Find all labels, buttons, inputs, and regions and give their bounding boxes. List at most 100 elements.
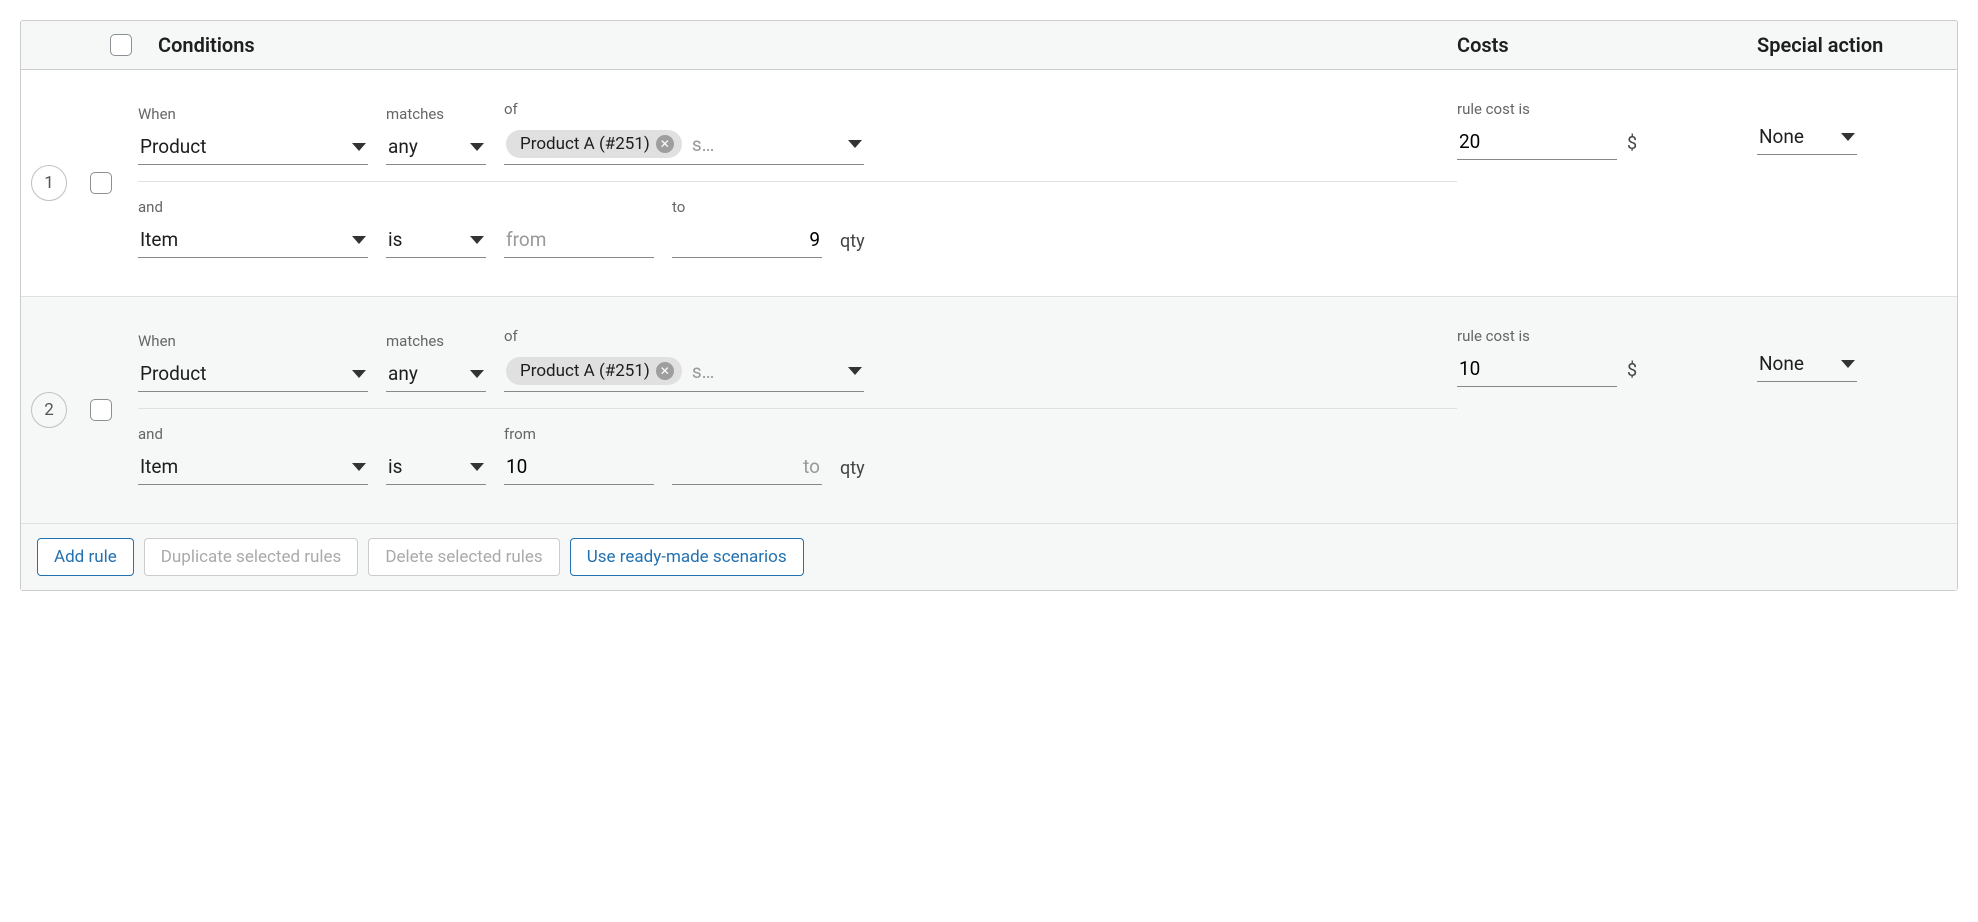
when-select[interactable]: Product bbox=[138, 129, 368, 165]
rule-cost-label: rule cost is bbox=[1457, 100, 1757, 118]
action-select[interactable]: None bbox=[1757, 346, 1857, 382]
chevron-down-icon bbox=[352, 370, 366, 378]
matches-value: any bbox=[388, 135, 418, 158]
rule-cost-label: rule cost is bbox=[1457, 327, 1757, 345]
rule-checkbox-cell bbox=[76, 172, 126, 194]
when-label: When bbox=[138, 332, 368, 350]
to-label: to bbox=[672, 198, 822, 216]
from-label-spacer bbox=[504, 198, 654, 216]
matches-label: matches bbox=[386, 332, 486, 350]
rule-action: None bbox=[1757, 327, 1937, 382]
is-value: is bbox=[388, 455, 402, 478]
is-value: is bbox=[388, 228, 402, 251]
matches-field: matches any bbox=[386, 105, 486, 165]
condition-line-2: and Item is bbox=[138, 198, 1457, 258]
of-placeholder: s… bbox=[692, 360, 715, 383]
to-input[interactable] bbox=[672, 449, 822, 485]
is-label-spacer bbox=[386, 198, 486, 216]
chip-remove-icon[interactable]: ✕ bbox=[656, 362, 674, 380]
to-input[interactable] bbox=[672, 222, 822, 258]
chevron-down-icon bbox=[848, 140, 862, 148]
rule-conditions: When Product matches any of bbox=[126, 100, 1457, 266]
cost-input[interactable] bbox=[1457, 351, 1617, 387]
when-field: When Product bbox=[138, 332, 368, 392]
from-field bbox=[504, 198, 654, 258]
condition-line-1: When Product matches any of bbox=[138, 327, 1457, 392]
add-rule-button[interactable]: Add rule bbox=[37, 538, 134, 576]
from-label: from bbox=[504, 425, 654, 443]
of-select[interactable]: Product A (#251) ✕ s… bbox=[504, 351, 864, 392]
select-all-cell bbox=[96, 34, 146, 56]
rule-checkbox-cell bbox=[76, 399, 126, 421]
item-select[interactable]: Item bbox=[138, 222, 368, 258]
when-select[interactable]: Product bbox=[138, 356, 368, 392]
of-label: of bbox=[504, 100, 864, 118]
matches-field: matches any bbox=[386, 332, 486, 392]
is-select[interactable]: is bbox=[386, 449, 486, 485]
chevron-down-icon bbox=[1841, 133, 1855, 141]
condition-line-2: and Item is from bbox=[138, 425, 1457, 485]
rule-number-badge: 2 bbox=[31, 392, 67, 428]
to-label-spacer bbox=[672, 425, 822, 443]
and-label: and bbox=[138, 198, 368, 216]
when-field: When Product bbox=[138, 105, 368, 165]
when-value: Product bbox=[140, 135, 206, 158]
rule-row: 2 When Product matches any bbox=[21, 297, 1957, 524]
of-select[interactable]: Product A (#251) ✕ s… bbox=[504, 124, 864, 165]
table-header-row: Conditions Costs Special action bbox=[21, 21, 1957, 70]
qty-label: qty bbox=[840, 231, 865, 258]
chevron-down-icon bbox=[352, 236, 366, 244]
rule-checkbox[interactable] bbox=[90, 172, 112, 194]
action-value: None bbox=[1759, 352, 1804, 375]
table-footer: Add rule Duplicate selected rules Delete… bbox=[21, 524, 1957, 590]
condition-divider bbox=[138, 408, 1457, 409]
matches-select[interactable]: any bbox=[386, 129, 486, 165]
item-field: and Item bbox=[138, 425, 368, 485]
rule-number-cell: 2 bbox=[21, 392, 76, 428]
is-label-spacer bbox=[386, 425, 486, 443]
item-field: and Item bbox=[138, 198, 368, 258]
delete-rules-button[interactable]: Delete selected rules bbox=[368, 538, 559, 576]
conditions-header: Conditions bbox=[146, 33, 1457, 57]
rule-costs: rule cost is $ bbox=[1457, 327, 1757, 387]
is-select[interactable]: is bbox=[386, 222, 486, 258]
item-select[interactable]: Item bbox=[138, 449, 368, 485]
use-scenarios-button[interactable]: Use ready-made scenarios bbox=[570, 538, 804, 576]
of-field: of Product A (#251) ✕ s… bbox=[504, 327, 864, 392]
cost-input[interactable] bbox=[1457, 124, 1617, 160]
chevron-down-icon bbox=[848, 367, 862, 375]
action-select[interactable]: None bbox=[1757, 119, 1857, 155]
and-label: and bbox=[138, 425, 368, 443]
qty-label: qty bbox=[840, 458, 865, 485]
matches-select[interactable]: any bbox=[386, 356, 486, 392]
of-field: of Product A (#251) ✕ s… bbox=[504, 100, 864, 165]
rule-costs: rule cost is $ bbox=[1457, 100, 1757, 160]
when-label: When bbox=[138, 105, 368, 123]
select-all-checkbox[interactable] bbox=[110, 34, 132, 56]
chevron-down-icon bbox=[470, 463, 484, 471]
is-field: is bbox=[386, 425, 486, 485]
action-value: None bbox=[1759, 125, 1804, 148]
is-field: is bbox=[386, 198, 486, 258]
chevron-down-icon bbox=[470, 370, 484, 378]
duplicate-rules-button[interactable]: Duplicate selected rules bbox=[144, 538, 359, 576]
rule-checkbox[interactable] bbox=[90, 399, 112, 421]
rule-number-cell: 1 bbox=[21, 165, 76, 201]
rules-table: Conditions Costs Special action 1 When P… bbox=[20, 20, 1958, 591]
matches-label: matches bbox=[386, 105, 486, 123]
rule-row: 1 When Product matches any bbox=[21, 70, 1957, 297]
product-chip: Product A (#251) ✕ bbox=[506, 357, 682, 385]
from-input[interactable] bbox=[504, 449, 654, 485]
condition-line-1: When Product matches any of bbox=[138, 100, 1457, 165]
of-label: of bbox=[504, 327, 864, 345]
special-action-header: Special action bbox=[1757, 33, 1937, 57]
of-placeholder: s… bbox=[692, 133, 715, 156]
chevron-down-icon bbox=[352, 143, 366, 151]
to-field bbox=[672, 425, 822, 485]
chip-remove-icon[interactable]: ✕ bbox=[656, 135, 674, 153]
costs-header: Costs bbox=[1457, 33, 1757, 57]
rule-action: None bbox=[1757, 100, 1937, 155]
chevron-down-icon bbox=[352, 463, 366, 471]
from-input[interactable] bbox=[504, 222, 654, 258]
chip-label: Product A (#251) bbox=[520, 134, 650, 154]
